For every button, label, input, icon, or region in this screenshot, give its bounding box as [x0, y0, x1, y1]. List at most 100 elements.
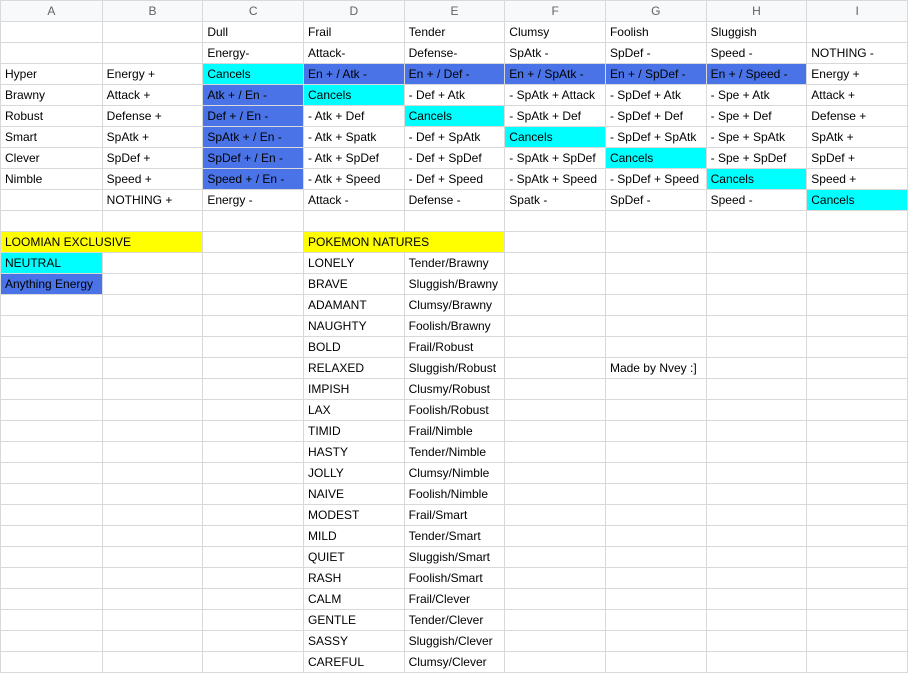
cell[interactable]: Energy-: [203, 43, 304, 64]
cell[interactable]: [807, 232, 908, 253]
cell[interactable]: [1, 568, 103, 589]
cell[interactable]: [1, 442, 103, 463]
cell[interactable]: [102, 358, 203, 379]
cell[interactable]: En + / Def -: [404, 64, 505, 85]
cell[interactable]: [102, 379, 203, 400]
cell[interactable]: [605, 442, 706, 463]
cell[interactable]: SpDef +: [807, 148, 908, 169]
cell[interactable]: [807, 589, 908, 610]
cell[interactable]: - SpAtk + Attack: [505, 85, 606, 106]
cell[interactable]: [505, 442, 606, 463]
cell[interactable]: [505, 274, 606, 295]
cell[interactable]: [203, 547, 304, 568]
cell[interactable]: [203, 316, 304, 337]
cell[interactable]: - Atk + Def: [303, 106, 404, 127]
cell[interactable]: - SpDef + Speed: [605, 169, 706, 190]
cell[interactable]: [605, 379, 706, 400]
cell[interactable]: [807, 22, 908, 43]
cell[interactable]: En + / SpAtk -: [505, 64, 606, 85]
cell[interactable]: [807, 484, 908, 505]
cell[interactable]: NAIVE: [303, 484, 404, 505]
cell[interactable]: [605, 652, 706, 673]
cell[interactable]: BRAVE: [303, 274, 404, 295]
cell[interactable]: Sluggish/Clever: [404, 631, 505, 652]
cell[interactable]: [505, 400, 606, 421]
column-header-I[interactable]: I: [807, 1, 908, 22]
cell[interactable]: MILD: [303, 526, 404, 547]
cell[interactable]: [505, 589, 606, 610]
cell[interactable]: Cancels: [706, 169, 807, 190]
cell[interactable]: Robust: [1, 106, 103, 127]
cell[interactable]: [102, 505, 203, 526]
column-header-F[interactable]: F: [505, 1, 606, 22]
cell[interactable]: [203, 505, 304, 526]
cell[interactable]: - SpAtk + SpDef: [505, 148, 606, 169]
cell[interactable]: [303, 211, 404, 232]
column-header-A[interactable]: A: [1, 1, 103, 22]
cell[interactable]: [505, 337, 606, 358]
cell[interactable]: Tender/Brawny: [404, 253, 505, 274]
cell[interactable]: Energy +: [102, 64, 203, 85]
cell[interactable]: [203, 589, 304, 610]
cell[interactable]: [706, 358, 807, 379]
cell[interactable]: [807, 316, 908, 337]
cell[interactable]: Frail/Clever: [404, 589, 505, 610]
column-header-B[interactable]: B: [102, 1, 203, 22]
cell[interactable]: Atk + / En -: [203, 85, 304, 106]
cell[interactable]: SpAtk + / En -: [203, 127, 304, 148]
cell[interactable]: [505, 379, 606, 400]
cell[interactable]: Attack-: [303, 43, 404, 64]
cell[interactable]: [605, 274, 706, 295]
cell[interactable]: SpDef +: [102, 148, 203, 169]
cell[interactable]: BOLD: [303, 337, 404, 358]
cell[interactable]: [203, 631, 304, 652]
cell[interactable]: RELAXED: [303, 358, 404, 379]
cell[interactable]: [1, 631, 103, 652]
cell[interactable]: [605, 631, 706, 652]
cell[interactable]: - SpDef + SpAtk: [605, 127, 706, 148]
cell[interactable]: [605, 295, 706, 316]
cell[interactable]: [706, 589, 807, 610]
cell[interactable]: Frail/Robust: [404, 337, 505, 358]
cell[interactable]: Cancels: [605, 148, 706, 169]
cell[interactable]: Clumsy: [505, 22, 606, 43]
cell[interactable]: [404, 211, 505, 232]
cell[interactable]: [102, 589, 203, 610]
cell[interactable]: [203, 652, 304, 673]
cell[interactable]: [102, 631, 203, 652]
cell[interactable]: Cancels: [404, 106, 505, 127]
cell[interactable]: [605, 211, 706, 232]
cell[interactable]: [203, 442, 304, 463]
cell[interactable]: [1, 358, 103, 379]
cell[interactable]: [706, 232, 807, 253]
cell[interactable]: [605, 316, 706, 337]
cell[interactable]: [1, 547, 103, 568]
cell[interactable]: [102, 610, 203, 631]
cell[interactable]: - Spe + Atk: [706, 85, 807, 106]
cell[interactable]: [1, 337, 103, 358]
cell[interactable]: Clumsy/Nimble: [404, 463, 505, 484]
cell[interactable]: [203, 463, 304, 484]
cell[interactable]: - SpAtk + Def: [505, 106, 606, 127]
cell[interactable]: [102, 253, 203, 274]
cell[interactable]: - Def + SpDef: [404, 148, 505, 169]
cell[interactable]: [102, 400, 203, 421]
cell[interactable]: Cancels: [203, 64, 304, 85]
cell[interactable]: - Atk + Speed: [303, 169, 404, 190]
cell[interactable]: [1, 484, 103, 505]
cell[interactable]: Tender/Smart: [404, 526, 505, 547]
cell[interactable]: [505, 652, 606, 673]
cell[interactable]: [1, 652, 103, 673]
cell[interactable]: GENTLE: [303, 610, 404, 631]
cell[interactable]: [102, 43, 203, 64]
cell[interactable]: [505, 211, 606, 232]
column-header-C[interactable]: C: [203, 1, 304, 22]
cell[interactable]: Speed +: [102, 169, 203, 190]
cell[interactable]: NOTHING +: [102, 190, 203, 211]
cell[interactable]: [1, 295, 103, 316]
cell[interactable]: [706, 631, 807, 652]
cell[interactable]: [605, 337, 706, 358]
cell[interactable]: [706, 295, 807, 316]
cell[interactable]: Speed + / En -: [203, 169, 304, 190]
cell[interactable]: [505, 610, 606, 631]
